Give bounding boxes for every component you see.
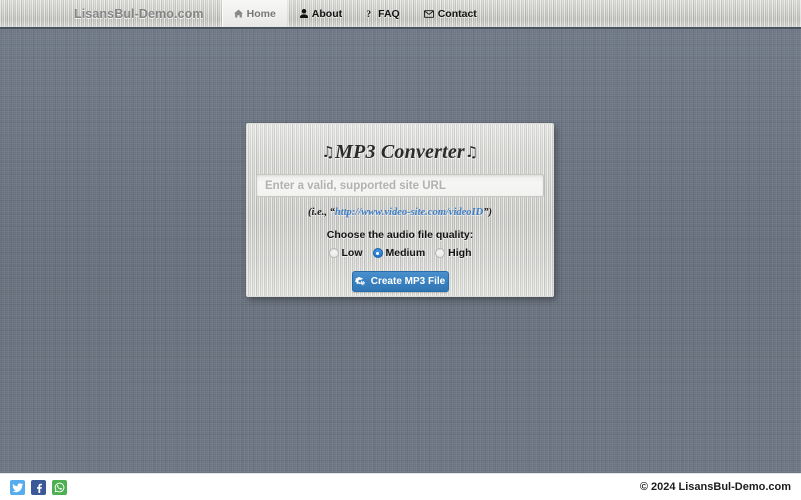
radio-option-low[interactable]: Low: [328, 247, 363, 259]
radio-dot-low[interactable]: [328, 248, 339, 258]
quality-radio-group: Low Medium High: [247, 247, 553, 259]
nav-menu: Home About ? FAQ Contact: [221, 0, 489, 27]
hint-prefix: (i.e., “: [308, 207, 335, 218]
facebook-icon[interactable]: [31, 479, 46, 495]
nav-item-about[interactable]: About: [288, 0, 354, 27]
question-mark-icon: ?: [366, 9, 374, 18]
nav-item-home-label: Home: [246, 7, 276, 20]
footer: © 2024 LisansBul-Demo.com: [0, 473, 801, 500]
home-icon: [233, 9, 243, 18]
navbar: LisansBul-Demo.com Home About ? FAQ Cont…: [0, 0, 801, 29]
nav-item-about-label: About: [311, 7, 343, 20]
example-url-link[interactable]: http://www.video-site.com/videoID: [335, 207, 483, 218]
music-note-right-icon: ♫: [464, 143, 479, 161]
nav-item-contact[interactable]: Contact: [412, 0, 489, 27]
create-mp3-button-label: Create MP3 File: [370, 276, 446, 287]
copyright-text: © 2024 LisansBul-Demo.com: [639, 481, 791, 493]
url-example-hint: (i.e., “http://www.video-site.com/videoI…: [247, 207, 553, 218]
hint-suffix: ”): [483, 207, 492, 218]
radio-label-high: High: [448, 247, 472, 259]
radio-dot-high[interactable]: [435, 248, 446, 258]
radio-option-medium[interactable]: Medium: [372, 247, 426, 259]
brand-logo[interactable]: LisansBul-Demo.com: [74, 0, 222, 27]
radio-option-high[interactable]: High: [435, 247, 472, 259]
twitter-icon[interactable]: [10, 479, 25, 495]
mp3-converter-card: ♫MP3 Converter♫ (i.e., “http://www.video…: [246, 123, 554, 297]
radio-dot-medium[interactable]: [372, 248, 383, 258]
create-mp3-button[interactable]: Create MP3 File: [351, 271, 449, 292]
radio-label-low: Low: [341, 247, 363, 259]
page-title: ♫MP3 Converter♫: [247, 141, 553, 164]
user-icon: [299, 9, 308, 18]
nav-item-faq[interactable]: ? FAQ: [354, 0, 412, 27]
quality-label: Choose the audio file quality:: [326, 229, 474, 241]
url-input[interactable]: [256, 174, 544, 197]
music-note-left-icon: ♫: [321, 143, 336, 161]
cogs-icon: [354, 276, 366, 287]
social-links: [10, 479, 67, 495]
whatsapp-icon[interactable]: [52, 479, 67, 495]
page-title-text: MP3 Converter: [335, 141, 465, 163]
nav-item-contact-label: Contact: [437, 7, 477, 20]
nav-item-faq-label: FAQ: [378, 7, 400, 20]
nav-item-home[interactable]: Home: [221, 0, 288, 27]
svg-text:?: ?: [367, 9, 372, 18]
radio-label-medium: Medium: [385, 247, 426, 259]
envelope-icon: [423, 9, 434, 18]
